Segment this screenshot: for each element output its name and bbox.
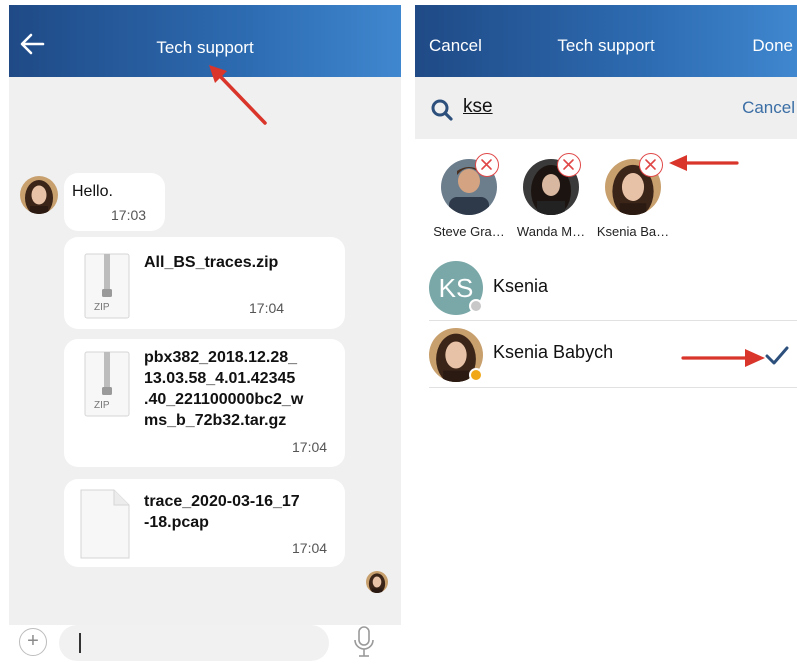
message-time: 17:04: [292, 439, 328, 455]
file-message[interactable]: ZIP pbx382_2018.12.28_ 13.03.58_4.01.423…: [64, 339, 345, 467]
search-bar: kse Cancel: [415, 77, 797, 139]
contact-name: Ksenia: [493, 276, 549, 296]
chat-screen: Tech support Hello. 17:03 ZIP All_BS_tra…: [9, 5, 401, 666]
search-icon: [431, 99, 453, 121]
members-screen: Cancel Tech support Done kse Cancel Stev…: [415, 5, 797, 666]
message-composer: +: [9, 625, 401, 666]
search-cancel-button[interactable]: Cancel: [742, 98, 795, 118]
read-receipt-avatar: [366, 571, 388, 593]
file-name-line: .40_221100000bc2_w: [144, 391, 304, 408]
file-message[interactable]: trace_2020-03-16_17 -18.pcap 17:04: [64, 479, 345, 567]
contact-row-ksenia[interactable]: KS Ksenia: [429, 255, 797, 321]
members-title: Tech support: [557, 36, 655, 55]
file-name-line: pbx382_2018.12.28_: [144, 349, 298, 366]
remove-member-x-icon[interactable]: [639, 153, 663, 177]
microphone-icon[interactable]: [353, 625, 375, 659]
chat-title[interactable]: Tech support: [9, 38, 401, 58]
annotation-arrow-title: [209, 65, 267, 125]
done-button[interactable]: Done: [752, 36, 793, 56]
message-time: 17:04: [249, 300, 285, 316]
message-bubble[interactable]: Hello. 17:03: [64, 173, 165, 231]
away-status-dot: [469, 368, 483, 382]
file-name-line: 13.03.58_4.01.42345: [144, 370, 296, 387]
file-message[interactable]: ZIP All_BS_traces.zip 17:04: [64, 237, 345, 329]
woman-portrait-icon: [366, 571, 388, 593]
text-caret: [79, 633, 81, 653]
message-time: 17:04: [292, 540, 328, 556]
file-name-line: ms_b_72b32.tar.gz: [144, 412, 287, 429]
offline-status-dot: [469, 299, 483, 313]
screenshot-root: Tech support Hello. 17:03 ZIP All_BS_tra…: [0, 0, 797, 666]
annotation-arrow-remove: [669, 155, 739, 171]
woman-portrait-icon: [20, 176, 58, 214]
contact-name: Ksenia Babych: [493, 342, 614, 362]
selected-member-chip[interactable]: Wanda M…: [511, 153, 591, 249]
selected-member-chip[interactable]: Steve Gra…: [429, 153, 509, 249]
members-header: Cancel Tech support Done: [415, 5, 797, 77]
zip-badge: ZIP: [94, 400, 110, 411]
remove-member-x-icon[interactable]: [557, 153, 581, 177]
sender-avatar[interactable]: [20, 176, 58, 214]
file-name: All_BS_traces.zip: [144, 254, 279, 271]
attach-plus-button[interactable]: +: [19, 628, 47, 656]
divider: [429, 320, 797, 321]
file-name-line: trace_2020-03-16_17: [144, 493, 300, 510]
annotation-arrow-check: [681, 349, 765, 367]
message-text: Hello.: [72, 183, 113, 200]
message-time: 17:03: [111, 207, 147, 223]
search-input[interactable]: kse: [463, 96, 493, 118]
message-input[interactable]: [59, 625, 329, 661]
selected-member-chip[interactable]: Ksenia Ba…: [593, 153, 673, 249]
document-file-icon: [80, 489, 130, 559]
divider: [429, 387, 797, 388]
zip-badge: ZIP: [94, 302, 110, 313]
remove-member-x-icon[interactable]: [475, 153, 499, 177]
file-name-line: -18.pcap: [144, 514, 209, 531]
checkmark-icon[interactable]: [765, 346, 789, 366]
chip-name: Ksenia Ba…: [596, 224, 670, 239]
